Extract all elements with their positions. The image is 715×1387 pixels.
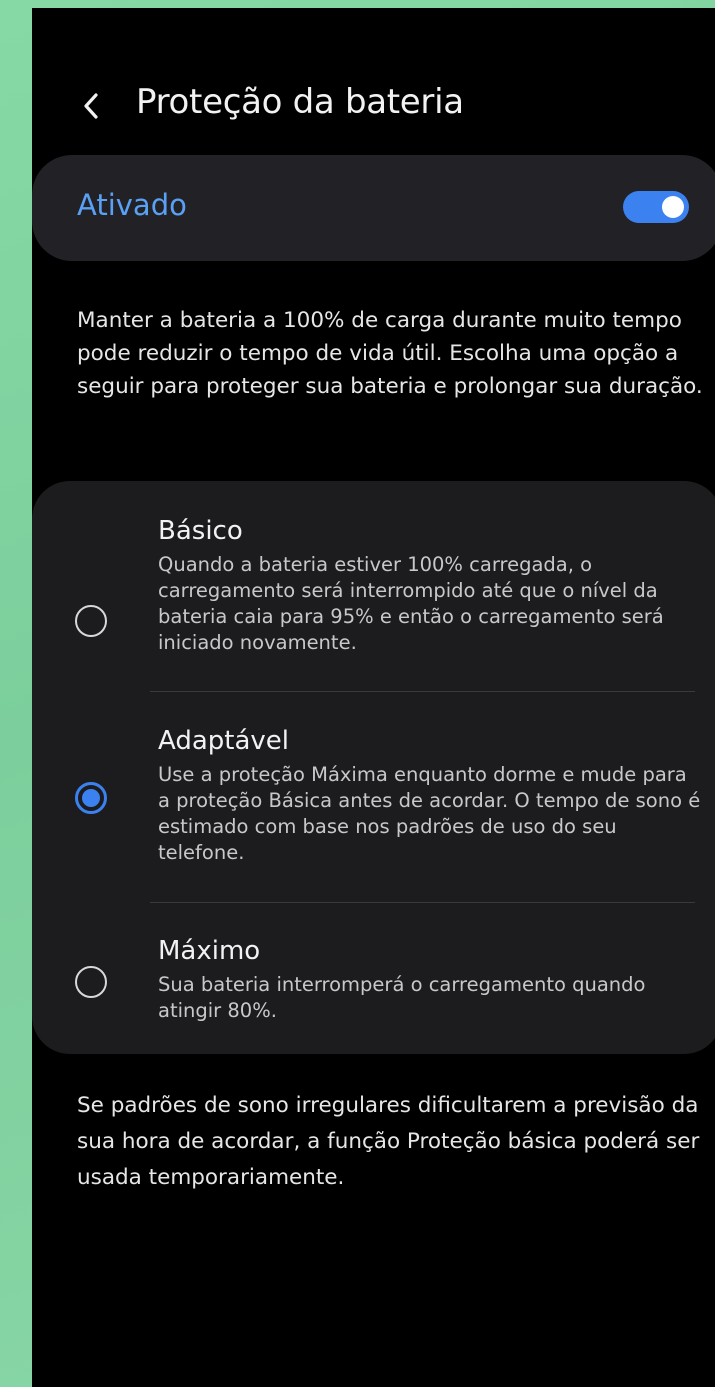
footer-note: Se padrões de sono irregulares dificulta…	[77, 1093, 700, 1190]
phone-screen: Proteção da bateria Ativado Manter a bat…	[32, 8, 715, 1387]
description-text: Manter a bateria a 100% de carga durante…	[77, 308, 703, 399]
option-description: Quando a bateria estiver 100% carregada,…	[158, 553, 664, 654]
master-switch-row[interactable]: Ativado	[32, 155, 715, 261]
radio-maximo[interactable]	[75, 966, 107, 998]
option-adaptavel[interactable]: Adaptável Use a proteção Máxima enquanto…	[32, 726, 715, 896]
chevron-left-icon	[84, 93, 98, 119]
app-header: Proteção da bateria	[32, 70, 715, 142]
divider	[150, 691, 695, 692]
options-card: Básico Quando a bateria estiver 100% car…	[32, 481, 715, 1054]
page-title: Proteção da bateria	[136, 82, 464, 122]
option-maximo[interactable]: Máximo Sua bateria interromperá o carreg…	[32, 936, 715, 1036]
option-description: Sua bateria interromperá o carregamento …	[158, 973, 646, 1022]
option-description: Use a proteção Máxima enquanto dorme e m…	[158, 763, 701, 864]
toggle-knob	[662, 196, 684, 218]
master-switch-label: Ativado	[77, 188, 187, 222]
option-title: Básico	[158, 516, 243, 546]
divider	[150, 902, 695, 903]
master-toggle[interactable]	[623, 191, 689, 223]
option-basico[interactable]: Básico Quando a bateria estiver 100% car…	[32, 516, 715, 686]
radio-adaptavel[interactable]	[75, 782, 107, 814]
option-title: Máximo	[158, 936, 261, 966]
radio-basico[interactable]	[75, 605, 107, 637]
option-title: Adaptável	[158, 726, 290, 756]
back-button[interactable]	[70, 84, 114, 128]
